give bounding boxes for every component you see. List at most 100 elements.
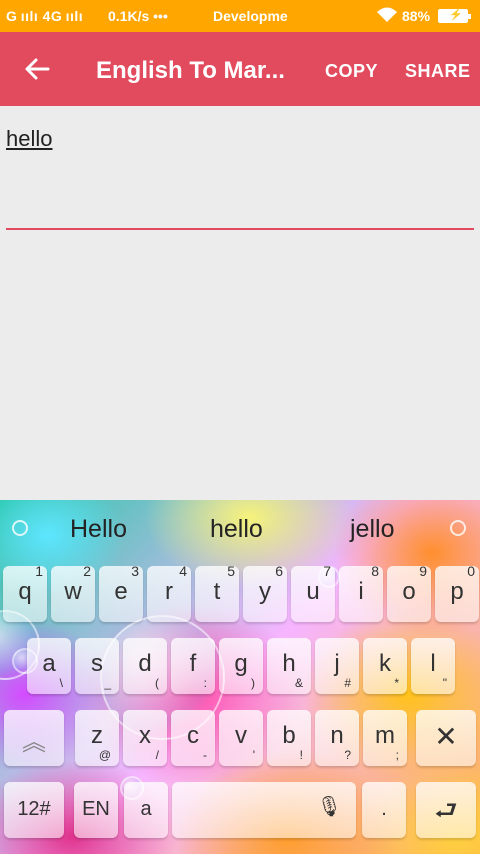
key-p[interactable]: p0 <box>435 563 479 622</box>
key-symbol-hint: ) <box>251 676 255 690</box>
backspace-icon: ✕ <box>434 721 458 752</box>
key-symbol-hint: ! <box>299 748 303 762</box>
key-label: t <box>213 578 221 605</box>
key-label: d <box>138 650 152 677</box>
key-c[interactable]: c- <box>171 710 215 766</box>
key-label: h <box>282 650 296 677</box>
key-a[interactable]: a \ <box>27 638 71 694</box>
key-number-hint: 0 <box>467 563 475 579</box>
key-symbol-hint: ' <box>252 748 255 762</box>
key-symbol-hint: / <box>155 748 159 762</box>
key-symbol-hint: ; <box>395 748 399 762</box>
carrier-name: Developme <box>213 8 288 24</box>
key-label: f <box>189 650 197 677</box>
back-arrow-icon[interactable] <box>20 51 56 87</box>
key-l[interactable]: l " <box>411 638 455 694</box>
key-number-hint: 3 <box>131 563 139 579</box>
key-number-hint: 8 <box>371 563 379 579</box>
key-m[interactable]: m; <box>363 710 407 766</box>
key-label: k <box>379 650 391 677</box>
key-symbol-hint: * <box>394 676 399 690</box>
shift-icon: ︽ <box>22 729 46 756</box>
key-q[interactable]: q1 <box>3 563 47 622</box>
key-g[interactable]: g) <box>219 638 263 694</box>
key-f[interactable]: f: <box>171 638 215 694</box>
suggestion-2[interactable]: hello <box>210 515 263 544</box>
text-input[interactable]: hello <box>6 126 52 152</box>
key-number-hint: 1 <box>35 563 43 579</box>
period-key-label: . <box>381 798 387 820</box>
signal-indicator: G ıılı 4G ıılı <box>6 8 84 24</box>
key-label: z <box>91 722 103 749</box>
key-label: m <box>375 722 395 749</box>
key-symbol-hint: ( <box>155 676 159 690</box>
key-symbol-hint: @ <box>98 748 111 762</box>
key-symbol-hint: " <box>442 676 447 690</box>
key-v[interactable]: v ' <box>219 710 263 766</box>
key-number-hint: 7 <box>323 563 331 579</box>
suggestion-1[interactable]: Hello <box>70 515 127 544</box>
key-label: o <box>402 578 416 605</box>
space-key[interactable]: 🎙 <box>172 782 356 838</box>
key-r[interactable]: r4 <box>147 563 191 622</box>
key-w[interactable]: w2 <box>51 563 95 622</box>
emoji-icon[interactable] <box>450 520 466 536</box>
key-number-hint: 5 <box>227 563 235 579</box>
key-n[interactable]: n? <box>315 710 359 766</box>
key-j[interactable]: j # <box>315 638 359 694</box>
key-u[interactable]: u7 <box>291 563 335 622</box>
enter-key[interactable]: ⮐ <box>416 782 476 838</box>
share-button[interactable]: SHARE <box>405 61 471 82</box>
key-label: u <box>306 578 320 605</box>
key-number-hint: 2 <box>83 563 91 579</box>
key-label: c <box>187 722 199 749</box>
key-k[interactable]: k * <box>363 638 407 694</box>
app-bar: English To Mar... COPY SHARE <box>0 32 480 106</box>
battery-icon: ⚡ <box>438 9 471 23</box>
delete-key[interactable]: ✕ <box>416 710 476 766</box>
key-z[interactable]: z @ <box>75 710 119 766</box>
key-e[interactable]: e3 <box>99 563 143 622</box>
key-label: y <box>259 578 271 605</box>
language-key-label: EN <box>82 798 110 820</box>
enter-icon: ⮐ <box>434 795 458 825</box>
key-label: w <box>64 578 82 605</box>
wifi-icon <box>376 6 398 27</box>
key-symbol-hint: : <box>203 676 207 690</box>
key-symbol-hint: \ <box>59 676 63 690</box>
copy-button[interactable]: COPY <box>325 61 378 82</box>
language-key[interactable]: EN <box>74 782 118 838</box>
period-key[interactable]: . <box>362 782 406 838</box>
key-label: v <box>235 722 247 749</box>
key-label: b <box>282 722 296 749</box>
key-number-hint: 6 <box>275 563 283 579</box>
network-speed: 0.1K/s ••• <box>108 8 168 24</box>
key-label: e <box>114 578 128 605</box>
key-label: s <box>91 650 103 677</box>
key-b[interactable]: b! <box>267 710 311 766</box>
suggestion-3[interactable]: jello <box>350 515 394 544</box>
key-label: a <box>42 650 56 677</box>
key-label: p <box>450 578 464 605</box>
key-o[interactable]: o9 <box>387 563 431 622</box>
key-symbol-hint: & <box>294 676 303 690</box>
comma-key[interactable]: a <box>124 782 168 838</box>
key-label: g <box>234 650 248 677</box>
key-s[interactable]: s _ <box>75 638 119 694</box>
numbers-key-label: 12# <box>17 798 51 820</box>
key-i[interactable]: i8 <box>339 563 383 622</box>
key-x[interactable]: x / <box>123 710 167 766</box>
key-y[interactable]: y6 <box>243 563 287 622</box>
shift-key[interactable]: ︽ <box>4 710 64 766</box>
status-bar: G ıılı 4G ıılı 0.1K/s ••• Developme 88% … <box>0 0 480 32</box>
key-number-hint: 9 <box>419 563 427 579</box>
key-label: l <box>430 650 436 677</box>
key-label: x <box>139 722 151 749</box>
key-symbol-hint: ? <box>344 748 351 762</box>
search-icon[interactable] <box>12 520 28 536</box>
key-symbol-hint: # <box>344 676 351 690</box>
numbers-key[interactable]: 12# <box>4 782 64 838</box>
key-d[interactable]: d( <box>123 638 167 694</box>
key-h[interactable]: h & <box>267 638 311 694</box>
key-t[interactable]: t5 <box>195 563 239 622</box>
